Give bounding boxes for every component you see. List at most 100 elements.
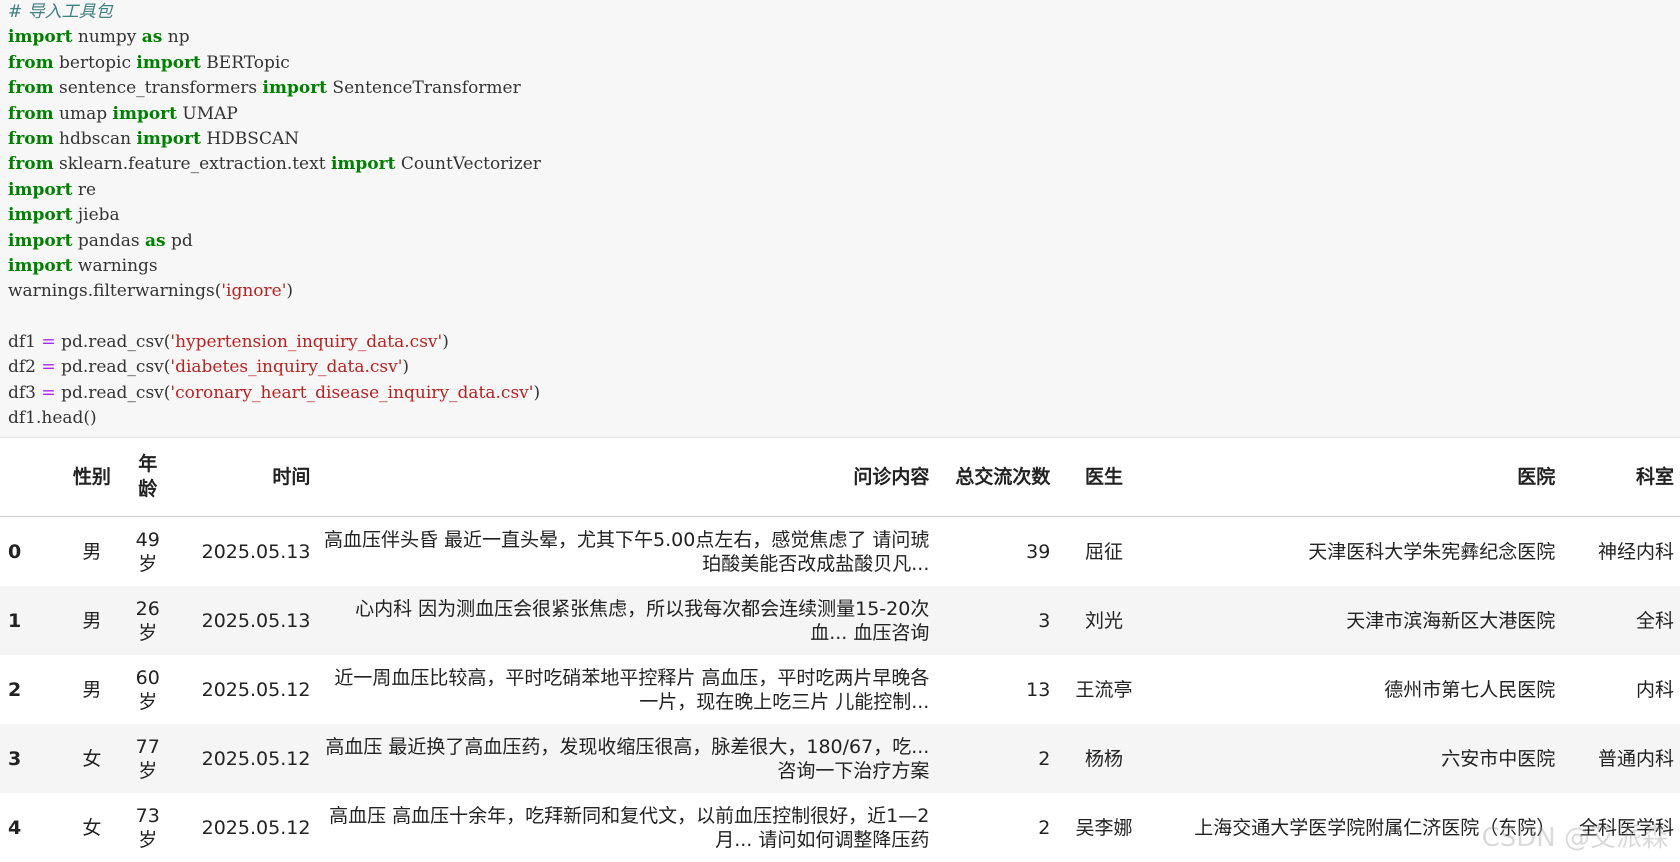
- cell-doctor-text: 吴李娜: [1062, 816, 1145, 840]
- cell-hospital-text: 天津市滨海新区大港医院: [1158, 609, 1556, 633]
- table-row: 0男49岁2025.05.13高血压伴头昏 最近一直头晕，尤其下午5.00点左右…: [0, 517, 1680, 587]
- code-token: pd: [166, 231, 193, 251]
- cell-index-text: 0: [8, 540, 54, 564]
- output-table-area: 性别 年龄 时间 问诊内容 总交流次数 医生 医院 科室 0男49岁2025.0…: [0, 438, 1680, 862]
- code-keyword: import: [8, 180, 72, 200]
- code-token: =: [36, 383, 61, 403]
- cell-gender: 女: [60, 724, 123, 793]
- cell-gender-text: 男: [66, 609, 117, 633]
- code-line-import: from bertopic import BERTopic: [8, 51, 541, 76]
- cell-count-text: 13: [941, 678, 1050, 702]
- cell-doctor: 吴李娜: [1056, 793, 1151, 862]
- code-editor[interactable]: # 导入工具包 import numpy as npfrom bertopic …: [8, 0, 541, 432]
- code-keyword: as: [145, 231, 166, 251]
- cell-age-text: 73岁: [129, 804, 166, 852]
- cell-content-text: 心内科 因为测血压会很紧张焦虑，所以我每次都会连续测量15-20次血... 血压…: [322, 597, 929, 645]
- cell-gender: 男: [60, 655, 123, 724]
- code-token: SentenceTransformer: [327, 78, 521, 98]
- cell-dept: 内科: [1561, 655, 1680, 724]
- code-token: pd.read_csv(: [61, 332, 170, 352]
- cell-index: 4: [0, 793, 60, 862]
- cell-doctor: 刘光: [1056, 586, 1151, 655]
- code-line-import: import jieba: [8, 203, 541, 228]
- import-lines: import numpy as np from bertopic import B…: [8, 25, 541, 279]
- code-token: np: [162, 27, 189, 47]
- code-keyword: import: [8, 231, 72, 251]
- code-token: sentence_transformers: [54, 78, 263, 98]
- cell-count: 13: [935, 655, 1056, 724]
- code-line-import: from sentence_transformers import Senten…: [8, 76, 541, 101]
- code-token: ): [402, 357, 409, 377]
- code-line-import: import pandas as pd: [8, 229, 541, 254]
- cell-gender-text: 女: [66, 747, 117, 771]
- code-keyword: import: [113, 104, 177, 124]
- code-token: UMAP: [177, 104, 238, 124]
- cell-index-text: 1: [8, 609, 54, 633]
- code-token: df3: [8, 383, 36, 403]
- cell-hospital-text: 德州市第七人民医院: [1158, 678, 1556, 702]
- code-line-import: from umap import UMAP: [8, 102, 541, 127]
- code-keyword: import: [8, 205, 72, 225]
- header-count: 总交流次数: [935, 438, 1056, 517]
- cell-count-text: 2: [941, 747, 1050, 771]
- header-dept: 科室: [1561, 438, 1680, 517]
- code-token: ): [533, 383, 540, 403]
- code-keyword: as: [142, 27, 163, 47]
- cell-content: 高血压伴头昏 最近一直头晕，尤其下午5.00点左右，感觉焦虑了 请问琥珀酸美能否…: [316, 517, 935, 587]
- cell-dept-text: 全科: [1567, 609, 1674, 633]
- code-token: bertopic: [54, 53, 137, 73]
- cell-doctor-text: 屈征: [1062, 540, 1145, 564]
- cell-hospital-text: 天津医科大学朱宪彝纪念医院: [1158, 540, 1556, 564]
- cell-doctor-text: 刘光: [1062, 609, 1145, 633]
- code-token: pd.read_csv(: [61, 383, 170, 403]
- header-time: 时间: [172, 438, 316, 517]
- table-body: 0男49岁2025.05.13高血压伴头昏 最近一直头晕，尤其下午5.00点左右…: [0, 517, 1680, 862]
- code-cell[interactable]: # 导入工具包 import numpy as npfrom bertopic …: [0, 0, 1680, 438]
- code-keyword: import: [8, 256, 72, 276]
- code-token: CountVectorizer: [395, 154, 540, 174]
- cell-content: 高血压 高血压十余年，吃拜新同和复代文，以前血压控制很好，近1—2月... 请问…: [316, 793, 935, 862]
- cell-index-text: 4: [8, 816, 54, 840]
- cell-dept-text: 普通内科: [1567, 747, 1674, 771]
- code-keyword: from: [8, 53, 54, 73]
- header-doctor: 医生: [1056, 438, 1151, 517]
- cell-time: 2025.05.13: [172, 517, 316, 587]
- code-line-head: df1.head(): [8, 406, 541, 431]
- cell-age: 49岁: [123, 517, 172, 587]
- cell-dept: 普通内科: [1561, 724, 1680, 793]
- cell-time: 2025.05.12: [172, 724, 316, 793]
- cell-hospital: 德州市第七人民医院: [1152, 655, 1562, 724]
- dataframe-table: 性别 年龄 时间 问诊内容 总交流次数 医生 医院 科室 0男49岁2025.0…: [0, 438, 1680, 862]
- code-token: BERTopic: [201, 53, 290, 73]
- cell-doctor: 王流亭: [1056, 655, 1151, 724]
- cell-dept-text: 内科: [1567, 678, 1674, 702]
- cell-age: 77岁: [123, 724, 172, 793]
- code-line-filterwarnings: warnings.filterwarnings('ignore'): [8, 279, 541, 304]
- code-line-read-csv: df1 = pd.read_csv('hypertension_inquiry_…: [8, 330, 541, 355]
- header-gender: 性别: [60, 438, 123, 517]
- code-token: HDBSCAN: [201, 129, 299, 149]
- cell-index-text: 2: [8, 678, 54, 702]
- code-keyword: import: [263, 78, 327, 98]
- cell-hospital-text: 六安市中医院: [1158, 747, 1556, 771]
- code-line-read-csv: df3 = pd.read_csv('coronary_heart_diseas…: [8, 381, 541, 406]
- code-token: jieba: [72, 205, 119, 225]
- cell-time: 2025.05.12: [172, 655, 316, 724]
- code-token: re: [72, 180, 96, 200]
- code-token: umap: [54, 104, 113, 124]
- cell-doctor: 屈征: [1056, 517, 1151, 587]
- cell-gender-text: 女: [66, 816, 117, 840]
- cell-age: 26岁: [123, 586, 172, 655]
- cell-content-text: 高血压伴头昏 最近一直头晕，尤其下午5.00点左右，感觉焦虑了 请问琥珀酸美能否…: [322, 528, 929, 576]
- cell-index: 2: [0, 655, 60, 724]
- cell-count: 2: [935, 724, 1056, 793]
- code-token: numpy: [72, 27, 141, 47]
- code-keyword: from: [8, 129, 54, 149]
- cell-hospital-text: 上海交通大学医学院附属仁济医院（东院）: [1158, 816, 1556, 840]
- header-index: [0, 438, 60, 517]
- cell-index: 3: [0, 724, 60, 793]
- code-token: df2: [8, 357, 36, 377]
- table-row: 1男26岁2025.05.13 心内科 因为测血压会很紧张焦虑，所以我每次都会连续…: [0, 586, 1680, 655]
- cell-hospital: 天津市滨海新区大港医院: [1152, 586, 1562, 655]
- cell-time-text: 2025.05.13: [178, 609, 310, 633]
